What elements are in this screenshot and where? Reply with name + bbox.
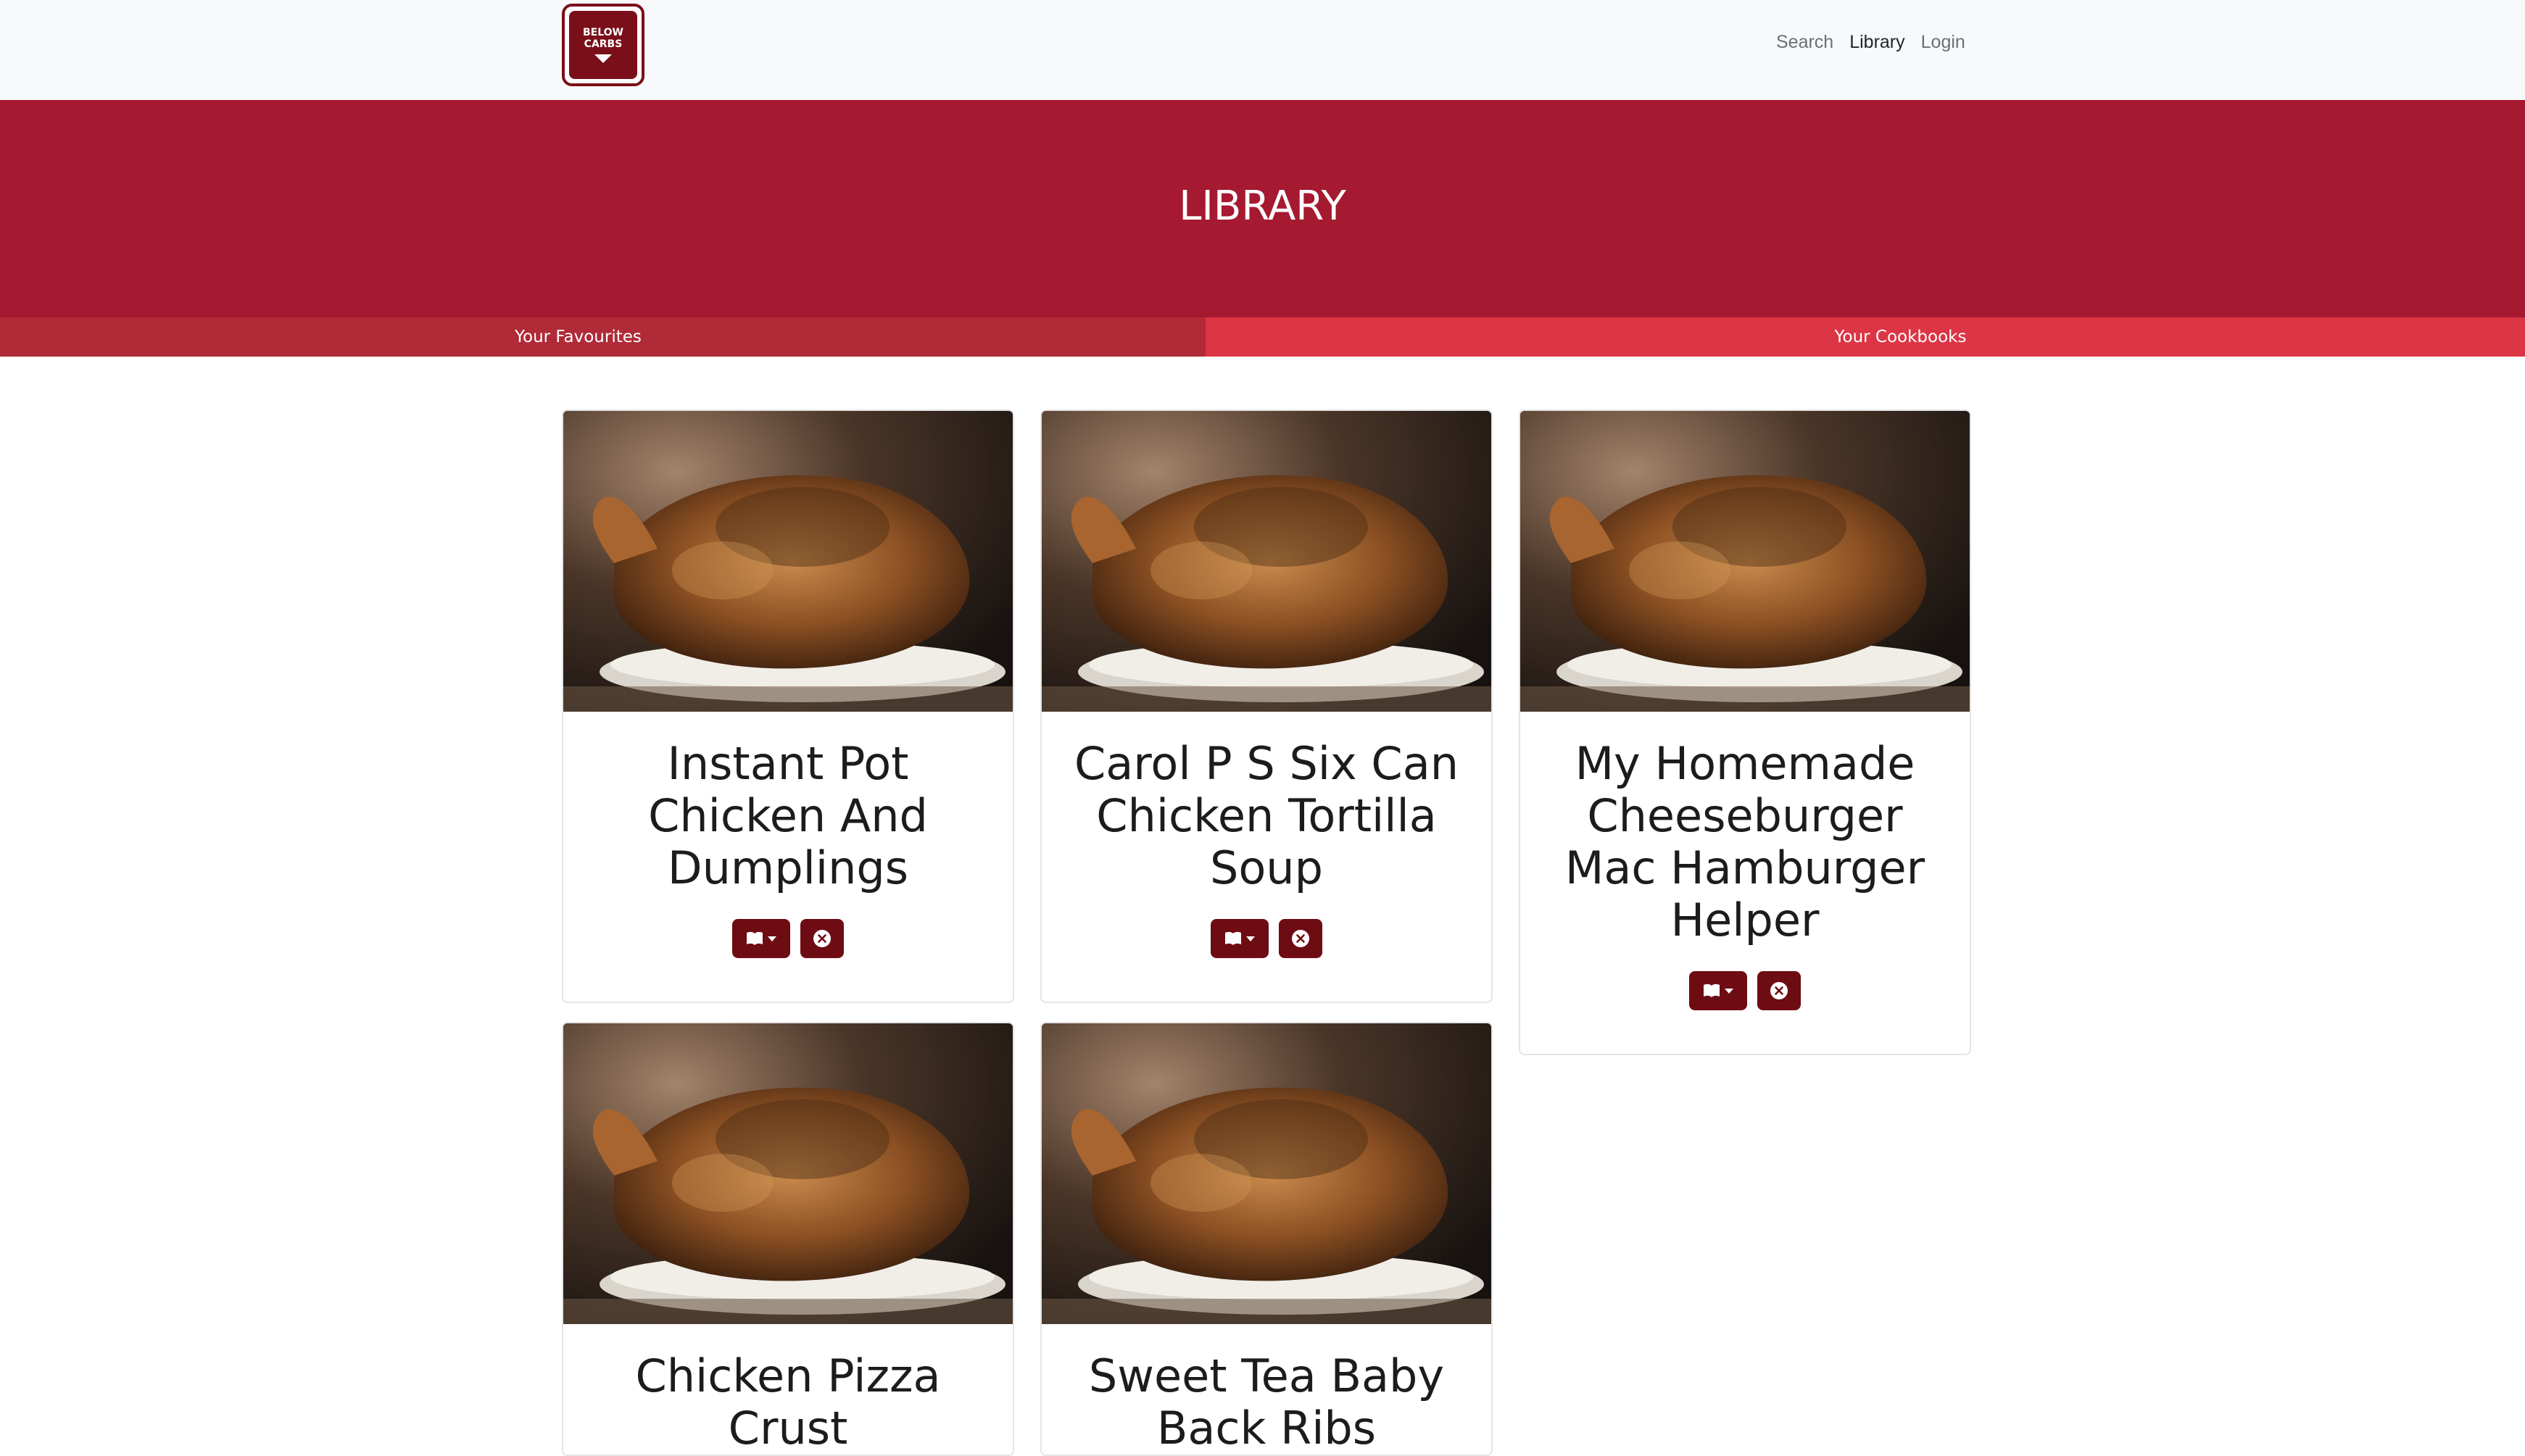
book-dropdown-icon — [746, 931, 776, 946]
roast-chicken-image — [563, 411, 1013, 712]
recipe-title[interactable]: Chicken Pizza Crust — [563, 1324, 1013, 1455]
nav-login-link[interactable]: Login — [1921, 32, 1965, 53]
add-to-cookbook-button[interactable] — [732, 919, 790, 958]
recipe-title[interactable]: Instant Pot Chicken And Dumplings — [563, 712, 1013, 894]
tab-cookbooks[interactable]: Your Cookbooks — [1206, 317, 2525, 357]
recipe-actions — [563, 919, 1013, 958]
recipe-title[interactable]: Sweet Tea Baby Back Ribs — [1042, 1324, 1491, 1455]
recipe-image[interactable] — [1520, 411, 1970, 712]
nav-links: Search Library Login — [1776, 32, 1965, 53]
roast-chicken-image — [1042, 411, 1491, 712]
close-circle-icon — [1770, 981, 1788, 1000]
recipe-card[interactable]: Instant Pot Chicken And Dumplings — [562, 409, 1014, 1003]
hero-banner: LIBRARY — [0, 100, 2525, 317]
recipe-image[interactable] — [563, 411, 1013, 712]
book-dropdown-icon — [1703, 983, 1733, 998]
down-arrow-icon — [594, 54, 612, 63]
recipe-image[interactable] — [563, 1023, 1013, 1324]
page-title: LIBRARY — [0, 183, 2525, 230]
close-circle-icon — [1291, 929, 1310, 948]
recipe-image[interactable] — [1042, 411, 1491, 712]
recipe-card[interactable]: Sweet Tea Baby Back Ribs — [1040, 1022, 1493, 1456]
tab-favourites[interactable]: Your Favourites — [0, 317, 1206, 357]
library-tabs: Your Favourites Your Cookbooks — [0, 317, 2525, 357]
close-circle-icon — [813, 929, 832, 948]
nav-search-link[interactable]: Search — [1776, 32, 1833, 53]
remove-favourite-button[interactable] — [1757, 971, 1801, 1010]
logo-text-bottom: CARBS — [584, 38, 623, 50]
recipe-card[interactable]: My Homemade Cheeseburger Mac Hamburger H… — [1519, 409, 1971, 1055]
recipe-image[interactable] — [1042, 1023, 1491, 1324]
logo-text-top: BELOW — [583, 27, 623, 38]
book-dropdown-icon — [1224, 931, 1255, 946]
roast-chicken-image — [1042, 1023, 1491, 1324]
nav-library-link[interactable]: Library — [1849, 32, 1904, 53]
remove-favourite-button[interactable] — [1279, 919, 1322, 958]
roast-chicken-image — [1520, 411, 1970, 712]
recipe-actions — [1042, 919, 1491, 958]
recipe-card[interactable]: Chicken Pizza Crust — [562, 1022, 1014, 1456]
add-to-cookbook-button[interactable] — [1689, 971, 1747, 1010]
logo-badge: BELOW CARBS — [569, 11, 637, 79]
remove-favourite-button[interactable] — [800, 919, 844, 958]
recipe-title[interactable]: My Homemade Cheeseburger Mac Hamburger H… — [1520, 712, 1970, 947]
recipe-title[interactable]: Carol P S Six Can Chicken Tortilla Soup — [1042, 712, 1491, 894]
brand-logo[interactable]: BELOW CARBS — [562, 4, 644, 86]
add-to-cookbook-button[interactable] — [1211, 919, 1269, 958]
navbar: BELOW CARBS Search Library Login — [0, 0, 2525, 100]
recipe-card[interactable]: Carol P S Six Can Chicken Tortilla Soup — [1040, 409, 1493, 1003]
roast-chicken-image — [563, 1023, 1013, 1324]
recipe-actions — [1520, 971, 1970, 1010]
